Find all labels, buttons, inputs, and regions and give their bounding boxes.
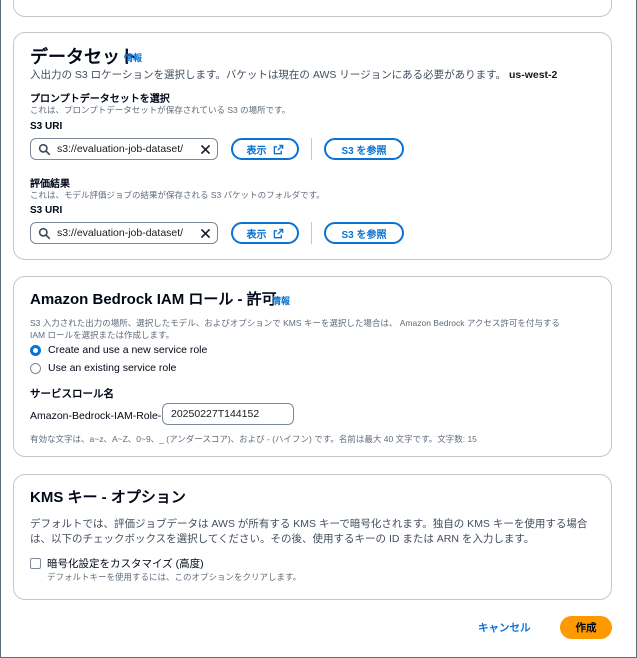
prompt-s3-uri-input[interactable]: s3://evaluation-job-dataset/ (30, 138, 218, 160)
results-s3-uri-label: S3 URI (30, 205, 63, 216)
prompt-dataset-sublabel: これは、プロンプトデータセットが保存されている S3 の場所です。 (30, 105, 291, 115)
divider (311, 138, 312, 160)
search-icon (38, 143, 51, 156)
radio-selected-icon (30, 344, 41, 356)
radio-use-existing-role[interactable]: Use an existing service role (30, 362, 176, 374)
dataset-info-link[interactable]: 情報 (124, 51, 142, 64)
region-text: us-west-2 (508, 69, 558, 81)
radio-label: Use an existing service role (48, 362, 177, 374)
previous-section-card (13, 0, 612, 17)
view-button-label: 表示 (246, 229, 267, 241)
view-results-button[interactable]: 表示 (231, 222, 299, 244)
external-link-icon (273, 228, 283, 238)
role-name-constraint: 有効な文字は、a~z、A~Z、0~9、_ (アンダースコア)、および - (ハイ… (30, 434, 477, 444)
radio-unselected-icon (30, 362, 41, 374)
customize-encryption-checkbox[interactable] (30, 558, 41, 569)
search-icon (38, 227, 51, 240)
checkbox-label: 暗号化設定をカスタマイズ (高度) (47, 558, 204, 570)
dataset-title: データセット (30, 47, 138, 67)
radio-create-new-role[interactable]: Create and use a new service role (30, 344, 207, 356)
clear-icon[interactable] (199, 143, 212, 156)
iam-role-section: Amazon Bedrock IAM ロール - 許可 情報 S3 入力された出… (13, 276, 612, 457)
iam-title: Amazon Bedrock IAM ロール - 許可 (30, 291, 277, 308)
role-name-prefix: Amazon-Bedrock-IAM-Role- (30, 410, 162, 422)
dataset-section: データセット 情報 入出力の S3 ロケーションを選択します。バケットは現在の … (13, 32, 612, 260)
browse-s3-prompt-button[interactable]: S3 を参照 (324, 138, 404, 160)
kms-title: KMS キー - オプション (30, 489, 186, 506)
iam-info-link[interactable]: 情報 (272, 294, 290, 307)
radio-label: Create and use a new service role (48, 344, 208, 356)
iam-description-line1: S3 入力された出力の場所、選択したモデル、およびオプションで KMS キーを選… (30, 318, 560, 328)
cancel-button[interactable]: キャンセル (478, 620, 531, 635)
role-name-input[interactable]: 20250227T144152 (162, 403, 294, 425)
results-s3-uri-input[interactable]: s3://evaluation-job-dataset/ (30, 222, 218, 244)
prompt-s3-uri-label: S3 URI (30, 121, 63, 132)
dataset-description-text: 入出力の S3 ロケーションを選択します。バケットは現在の AWS リージョンに… (30, 69, 507, 81)
results-label: 評価結果 (30, 179, 70, 190)
kms-section: KMS キー - オプション デフォルトでは、評価ジョブデータは AWS が所有… (13, 474, 612, 600)
view-prompt-button[interactable]: 表示 (231, 138, 299, 160)
external-link-icon (273, 144, 283, 154)
kms-description-line2: は、以下のチェックボックスを選択してください。その後、使用するキーの ID また… (30, 533, 535, 545)
iam-description-line2: IAM ロールを選択または作成します。 (30, 330, 175, 340)
dataset-description: 入出力の S3 ロケーションを選択します。バケットは現在の AWS リージョンに… (30, 67, 557, 82)
view-button-label: 表示 (246, 145, 267, 157)
results-sublabel: これは、モデル評価ジョブの結果が保存される S3 バケットのフォルダです。 (30, 190, 325, 200)
kms-description-line1: デフォルトでは、評価ジョブデータは AWS が所有する KMS キーで暗号化され… (30, 518, 588, 530)
service-role-label: サービスロール名 (30, 388, 114, 400)
checkbox-hint: デフォルトキーを使用するには、このオプションをクリアします。 (47, 572, 302, 582)
clear-icon[interactable] (199, 227, 212, 240)
divider (311, 222, 312, 244)
prompt-s3-uri-value: s3://evaluation-job-dataset/ (57, 143, 184, 155)
prompt-dataset-label: プロンプトデータセットを選択 (30, 94, 170, 105)
browse-s3-results-button[interactable]: S3 を参照 (324, 222, 404, 244)
results-s3-uri-value: s3://evaluation-job-dataset/ (57, 227, 184, 239)
create-button[interactable]: 作成 (560, 616, 612, 639)
